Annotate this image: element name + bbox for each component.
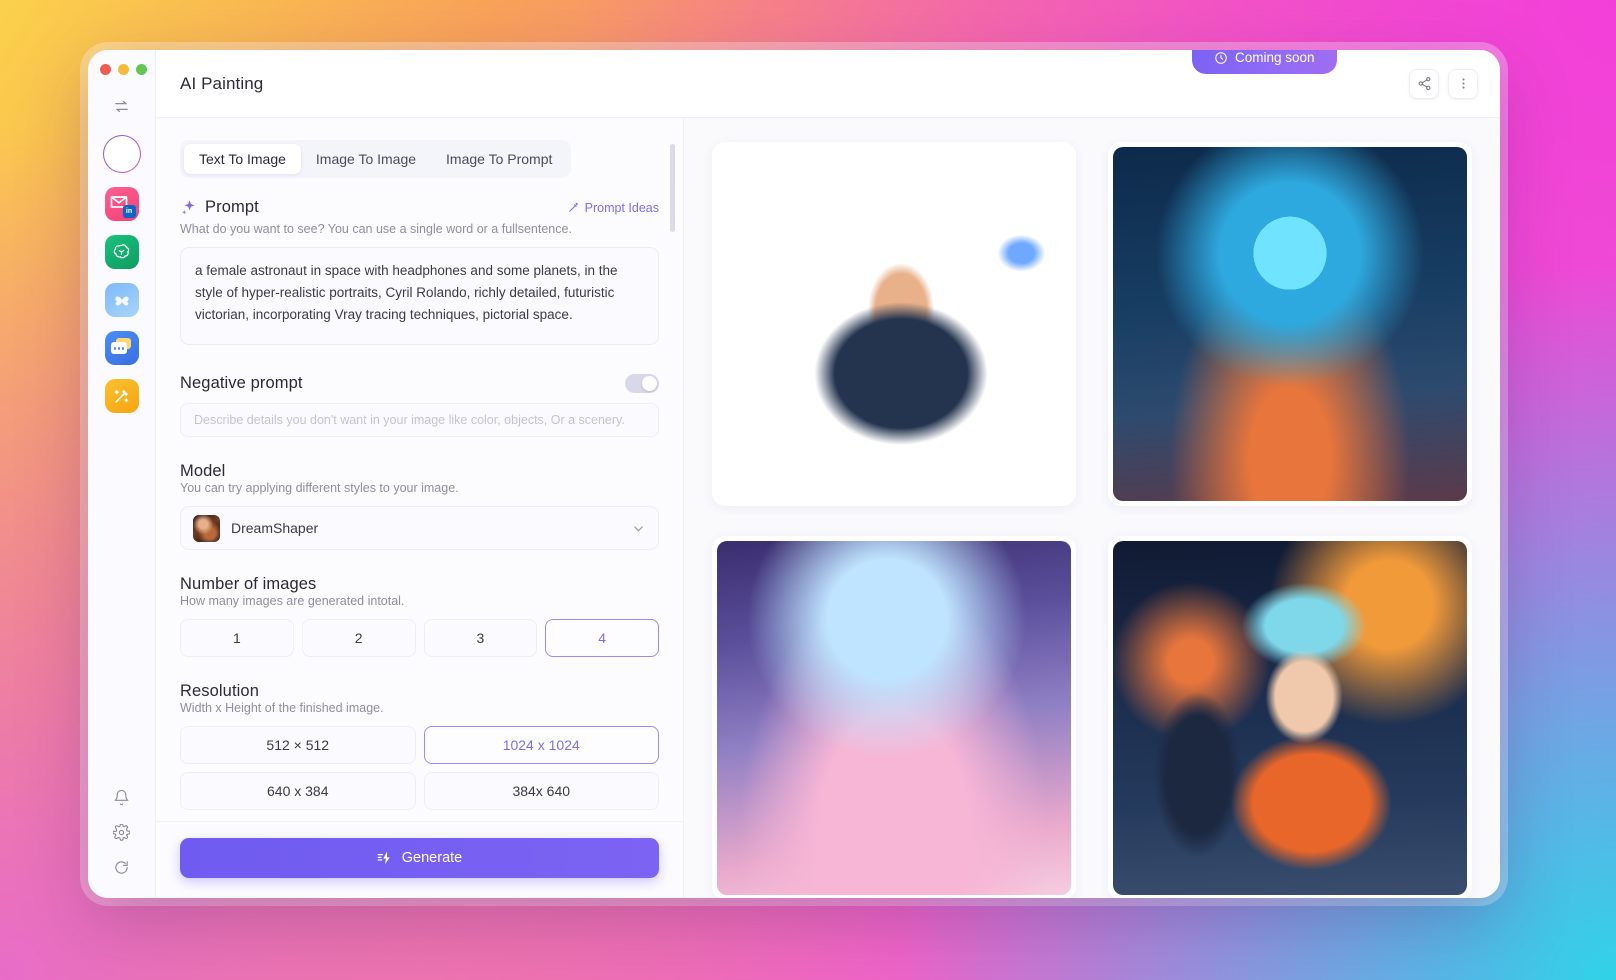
- prompt-header: Prompt Prompt Ideas: [180, 198, 659, 217]
- number-of-images-title: Number of images: [180, 575, 317, 593]
- sparkle-icon: [180, 199, 197, 216]
- number-option-2[interactable]: 2: [301, 619, 416, 657]
- rail-app-list: in: [103, 135, 141, 413]
- icon-rail: in: [88, 50, 156, 898]
- prompt-title-group: Prompt: [180, 198, 259, 217]
- settings-scroll-area: Text To Image Image To Image Image To Pr…: [156, 118, 683, 821]
- magic-wand-small-icon: [567, 201, 580, 214]
- page-title: AI Painting: [180, 73, 264, 93]
- number-of-images-options: 1 2 3 4: [180, 619, 659, 657]
- model-selected-label: DreamShaper: [231, 520, 319, 536]
- chatgpt-icon: [111, 242, 132, 263]
- negative-prompt-toggle[interactable]: [625, 374, 659, 393]
- number-option-3[interactable]: 3: [423, 619, 538, 657]
- gallery-item[interactable]: [712, 142, 1076, 506]
- settings-scrollbar[interactable]: [670, 144, 675, 784]
- coming-soon-badge: Coming soon: [1192, 50, 1337, 74]
- resolution-option-512x512[interactable]: 512 × 512: [180, 726, 416, 764]
- number-option-4[interactable]: 4: [545, 619, 659, 657]
- model-thumbnail: [193, 514, 220, 542]
- collapse-sidebar-icon[interactable]: [105, 91, 139, 121]
- clock-icon: [1214, 51, 1228, 65]
- generated-image-1[interactable]: [717, 147, 1071, 501]
- bell-icon[interactable]: [113, 789, 130, 806]
- window-traffic-lights: [100, 64, 147, 75]
- sidebar-item-chat[interactable]: [104, 331, 139, 365]
- coming-soon-label: Coming soon: [1235, 50, 1315, 65]
- resolution-options: 512 × 512 1024 x 1024 640 x 384 384x 640: [180, 726, 659, 810]
- resolution-title: Resolution: [180, 682, 259, 700]
- body-split: Text To Image Image To Image Image To Pr…: [156, 118, 1500, 898]
- refresh-icon[interactable]: [113, 859, 130, 876]
- app-header: AI Painting Coming soon: [156, 50, 1500, 118]
- share-icon: [1417, 76, 1432, 91]
- model-subtitle: You can try applying different styles to…: [180, 481, 459, 495]
- main-column: AI Painting Coming soon Text To Image Im…: [156, 50, 1500, 898]
- sidebar-item-chatgpt[interactable]: [104, 235, 139, 269]
- number-of-images-section: Number of images How many images are gen…: [180, 575, 659, 657]
- sidebar-item-linkedin-mail[interactable]: in: [104, 187, 139, 221]
- resolution-section: Resolution Width x Height of the finishe…: [180, 682, 659, 810]
- prompt-subtitle: What do you want to see? You can use a s…: [180, 222, 572, 236]
- tab-image-to-prompt[interactable]: Image To Prompt: [431, 144, 567, 174]
- negative-prompt-header: Negative prompt: [180, 374, 659, 393]
- resolution-option-384x640[interactable]: 384x 640: [423, 772, 659, 810]
- resolution-subtitle: Width x Height of the finished image.: [180, 701, 384, 715]
- number-option-1[interactable]: 1: [180, 619, 294, 657]
- close-window-button[interactable]: [100, 64, 111, 75]
- prompt-ideas-label: Prompt Ideas: [584, 200, 659, 215]
- tab-text-to-image[interactable]: Text To Image: [184, 144, 301, 174]
- generated-image-4[interactable]: [1113, 541, 1467, 895]
- settings-footer: Generate: [156, 821, 683, 898]
- gallery-item[interactable]: [1108, 142, 1472, 506]
- generated-image-3[interactable]: [717, 541, 1071, 895]
- chevron-down-icon: [631, 521, 646, 536]
- tab-image-to-image[interactable]: Image To Image: [301, 144, 431, 174]
- negative-prompt-input[interactable]: [180, 403, 659, 437]
- chat-bubbles-icon: [105, 331, 139, 365]
- gallery-item[interactable]: [1108, 536, 1472, 898]
- gallery-grid: [712, 142, 1472, 898]
- share-button[interactable]: [1409, 68, 1439, 99]
- sidebar-item-butterfly[interactable]: [104, 283, 139, 317]
- linkedin-mail-icon: in: [105, 187, 139, 221]
- more-options-button[interactable]: [1448, 68, 1478, 99]
- prompt-title: Prompt: [205, 198, 259, 216]
- mode-tabs: Text To Image Image To Image Image To Pr…: [180, 140, 572, 178]
- settings-scrollbar-thumb[interactable]: [670, 144, 675, 232]
- app-window: in AI Painting Coming soon Text To Image…: [88, 50, 1500, 898]
- gallery-item[interactable]: [712, 536, 1076, 898]
- resolution-option-1024x1024[interactable]: 1024 x 1024: [423, 726, 659, 764]
- sidebar-item-ai-painting[interactable]: [104, 379, 139, 413]
- butterfly-icon: [111, 289, 133, 311]
- negative-prompt-title: Negative prompt: [180, 374, 303, 392]
- number-of-images-subtitle: How many images are generated intotal.: [180, 594, 405, 608]
- model-section: Model You can try applying different sty…: [180, 462, 659, 550]
- generated-image-2[interactable]: [1113, 147, 1467, 501]
- maximize-window-button[interactable]: [136, 64, 147, 75]
- sidebar-item-apps-grid[interactable]: [103, 135, 141, 173]
- magic-wand-icon: [111, 386, 132, 407]
- prompt-ideas-button[interactable]: Prompt Ideas: [567, 201, 659, 215]
- header-actions: [1409, 68, 1478, 99]
- rail-bottom-actions: [113, 789, 130, 898]
- more-vertical-icon: [1456, 76, 1471, 91]
- minimize-window-button[interactable]: [118, 64, 129, 75]
- model-title: Model: [180, 462, 226, 480]
- generated-images-gallery: [684, 118, 1500, 898]
- generate-label: Generate: [401, 850, 463, 866]
- generate-button[interactable]: Generate: [180, 838, 659, 878]
- generate-bolt-icon: [377, 850, 393, 866]
- negative-prompt-toggle-knob: [642, 376, 657, 391]
- model-select[interactable]: DreamShaper: [180, 506, 659, 550]
- resolution-option-640x384[interactable]: 640 x 384: [180, 772, 416, 810]
- settings-panel: Text To Image Image To Image Image To Pr…: [156, 118, 684, 898]
- gear-icon[interactable]: [113, 824, 130, 841]
- prompt-input[interactable]: [180, 247, 659, 345]
